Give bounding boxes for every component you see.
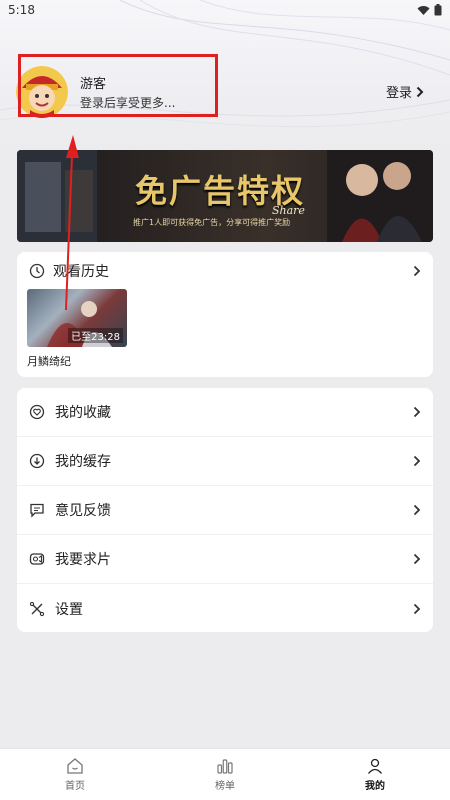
tab-ranking[interactable]: 榜单	[150, 749, 300, 800]
watch-progress: 已至23:28	[68, 328, 123, 343]
menu-item-feedback[interactable]: 意见反馈	[17, 486, 433, 535]
banner-script: Share	[272, 204, 305, 217]
chevron-right-icon	[413, 603, 421, 614]
watch-history-card: 观看历史 已至23:28 月鳞绮纪	[17, 252, 433, 377]
history-item-title[interactable]: 月鳞绮纪	[27, 353, 71, 369]
menu-item-settings[interactable]: 设置	[17, 584, 433, 633]
chevron-right-icon	[413, 265, 421, 276]
menu-item-request[interactable]: 我要求片	[17, 535, 433, 584]
tab-mine[interactable]: 我的	[300, 749, 450, 800]
wifi-icon	[417, 5, 430, 15]
menu-item-label: 意见反馈	[55, 503, 111, 519]
login-button[interactable]: 登录	[386, 82, 424, 101]
home-icon	[67, 758, 83, 774]
battery-icon	[434, 4, 442, 16]
tab-label: 榜单	[215, 781, 235, 792]
status-time: 5:18	[8, 3, 35, 17]
chevron-right-icon	[416, 86, 424, 97]
bottom-tab-bar: 首页 榜单 我的	[0, 748, 450, 800]
video-request-icon	[29, 553, 45, 565]
heart-icon	[29, 404, 45, 420]
history-thumbnail[interactable]: 已至23:28	[27, 289, 127, 347]
menu-item-favorites[interactable]: 我的收藏	[17, 388, 433, 437]
feedback-icon	[30, 503, 44, 518]
tab-home[interactable]: 首页	[0, 749, 150, 800]
tab-label: 我的	[365, 781, 385, 792]
menu-item-downloads[interactable]: 我的缓存	[17, 437, 433, 486]
banner-subtitle: 推广1人即可获得免广告，分享可得推广奖励	[133, 218, 291, 227]
person-icon	[367, 758, 383, 774]
chevron-right-icon	[413, 553, 421, 565]
chevron-right-icon	[413, 504, 421, 516]
tab-label: 首页	[65, 781, 85, 792]
menu-item-label: 我要求片	[55, 552, 111, 568]
download-icon	[29, 453, 45, 469]
ranking-icon	[217, 759, 233, 774]
chevron-right-icon	[413, 455, 421, 467]
menu-item-label: 设置	[55, 601, 83, 618]
watch-history-header[interactable]: 观看历史	[17, 252, 433, 289]
status-bar: 5:18	[0, 0, 450, 20]
chevron-right-icon	[413, 406, 421, 418]
menu-card: 我的收藏 我的缓存 意见反馈 我要求片 设置	[17, 388, 433, 632]
watch-history-title: 观看历史	[53, 263, 109, 280]
ad-free-banner[interactable]: 免广告特权 Share 推广1人即可获得免广告，分享可得推广奖励	[17, 150, 433, 242]
highlight-box	[18, 54, 218, 117]
login-label: 登录	[385, 86, 412, 101]
menu-item-label: 我的缓存	[55, 454, 111, 470]
menu-item-label: 我的收藏	[55, 405, 111, 421]
settings-icon	[29, 601, 45, 616]
history-icon	[29, 263, 45, 278]
